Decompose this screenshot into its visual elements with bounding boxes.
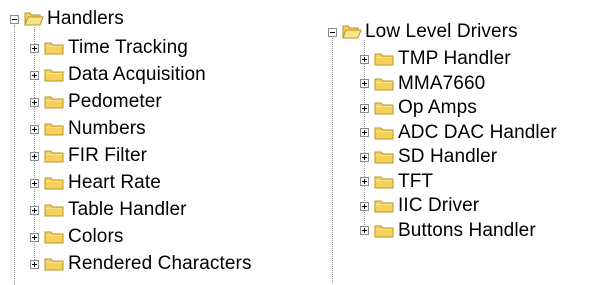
tree-item-label: Colors [68, 226, 124, 247]
folder-closed-icon [374, 125, 394, 141]
expand-icon[interactable] [30, 124, 39, 134]
folder-closed-icon [374, 149, 394, 165]
tree-item-label: Rendered Characters [68, 253, 252, 274]
folder-closed-icon [44, 256, 64, 272]
tree-item-label: TMP Handler [398, 48, 511, 69]
tree-item[interactable]: Numbers [30, 117, 146, 141]
expand-icon[interactable] [30, 259, 39, 269]
folder-closed-icon [374, 174, 394, 190]
expand-icon[interactable] [360, 103, 369, 113]
tree-item[interactable]: Rendered Characters [30, 252, 252, 276]
tree-item-label: Table Handler [68, 199, 187, 220]
tree-item[interactable]: FIR Filter [30, 144, 147, 168]
folder-open-icon [342, 24, 362, 40]
folder-closed-icon [374, 51, 394, 67]
tree-item[interactable]: SD Handler [360, 145, 497, 169]
expand-icon[interactable] [30, 97, 39, 107]
collapse-icon[interactable] [10, 14, 19, 24]
folder-closed-icon [44, 40, 64, 56]
tree-item[interactable]: Colors [30, 225, 124, 249]
tree-connector [14, 25, 15, 285]
expand-icon[interactable] [30, 43, 39, 53]
tree-view-handlers: Handlers Time Tracking Data Acquisition Ped… [0, 0, 320, 285]
tree-view-low-level-drivers: Low Level Drivers TMP Handler MMA7660 Op Am… [322, 0, 592, 285]
tree-item-label: IIC Driver [398, 195, 480, 216]
expand-icon[interactable] [360, 54, 369, 64]
expand-icon[interactable] [360, 79, 369, 88]
folder-open-icon [24, 11, 44, 27]
tree-root-left_tree[interactable]: Handlers [10, 7, 124, 31]
expand-icon[interactable] [30, 151, 39, 161]
folder-closed-icon [44, 202, 64, 218]
expand-icon[interactable] [30, 178, 39, 188]
tree-item[interactable]: ADC DAC Handler [360, 121, 557, 145]
folder-closed-icon [44, 148, 64, 164]
tree-item[interactable]: MMA7660 [360, 72, 485, 96]
expand-icon[interactable] [360, 152, 369, 162]
tree-item[interactable]: Heart Rate [30, 171, 161, 195]
folder-closed-icon [44, 67, 64, 83]
folder-closed-icon [44, 94, 64, 110]
expand-icon[interactable] [360, 201, 369, 211]
tree-item-label: ADC DAC Handler [398, 121, 557, 143]
expand-icon[interactable] [30, 70, 39, 80]
tree-item-label: FIR Filter [68, 145, 148, 166]
tree-item-label: Pedometer [68, 91, 162, 112]
tree-item[interactable]: Time Tracking [30, 36, 188, 60]
tree-item[interactable]: TFT [360, 170, 433, 194]
tree-item-label: Data Acquisition [68, 64, 206, 85]
tree-item[interactable]: Table Handler [30, 198, 187, 222]
tree-item-label: Time Tracking [68, 37, 188, 58]
expand-icon[interactable] [30, 205, 39, 215]
tree-item[interactable]: Data Acquisition [30, 63, 206, 87]
tree-root-label: Low Level Drivers [365, 21, 518, 42]
tree-item-label: Heart Rate [68, 172, 161, 193]
folder-closed-icon [44, 175, 64, 191]
tree-item-label: Buttons Handler [398, 219, 536, 241]
expand-icon[interactable] [30, 232, 39, 242]
tree-item[interactable]: IIC Driver [360, 194, 479, 218]
expand-icon[interactable] [360, 177, 369, 186]
tree-item-label: MMA7660 [398, 72, 486, 94]
folder-closed-icon [374, 100, 394, 116]
tree-item-label: Op Amps [398, 97, 477, 118]
tree-item[interactable]: Pedometer [30, 90, 162, 114]
tree-item-label: TFT [398, 170, 434, 192]
tree-connector [332, 38, 333, 283]
tree-item-label: SD Handler [398, 146, 498, 167]
folder-closed-icon [374, 198, 394, 214]
collapse-icon[interactable] [328, 27, 337, 37]
tree-item[interactable]: Op Amps [360, 96, 477, 120]
folder-closed-icon [374, 223, 394, 239]
tree-root-label: Handlers [47, 8, 124, 29]
folder-closed-icon [374, 76, 394, 92]
expand-icon[interactable] [360, 128, 369, 137]
tree-item-label: Numbers [68, 118, 146, 139]
expand-icon[interactable] [360, 226, 369, 235]
tree-root-right_tree[interactable]: Low Level Drivers [328, 20, 518, 44]
folder-closed-icon [44, 229, 64, 245]
tree-item[interactable]: Buttons Handler [360, 219, 536, 243]
folder-closed-icon [44, 121, 64, 137]
tree-item[interactable]: TMP Handler [360, 47, 511, 71]
